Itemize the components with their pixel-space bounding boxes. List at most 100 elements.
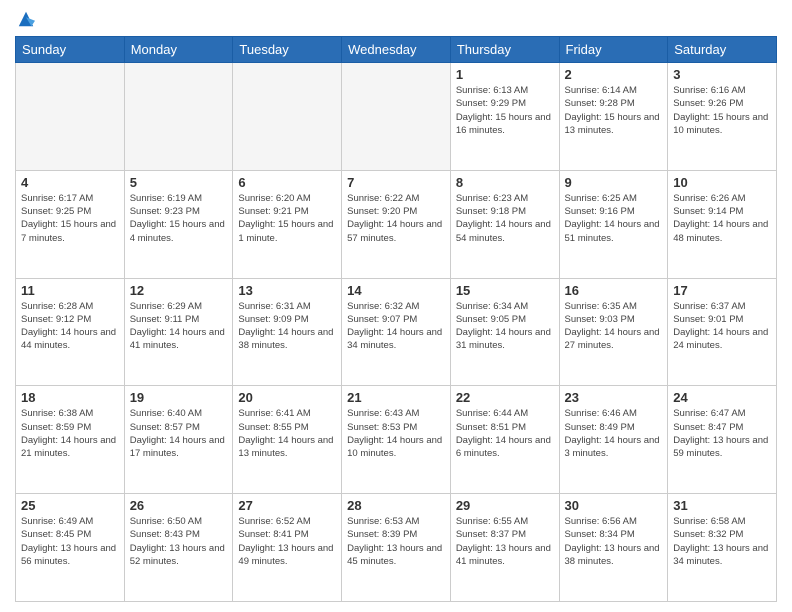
day-info: Sunrise: 6:25 AM Sunset: 9:16 PM Dayligh… xyxy=(565,192,663,245)
day-info: Sunrise: 6:23 AM Sunset: 9:18 PM Dayligh… xyxy=(456,192,554,245)
day-number: 2 xyxy=(565,67,663,82)
day-number: 13 xyxy=(238,283,336,298)
calendar-week-1: 1 Sunrise: 6:13 AM Sunset: 9:29 PM Daylig… xyxy=(16,63,777,171)
calendar-cell: 24Sunrise: 6:47 AM Sunset: 8:47 PM Dayli… xyxy=(668,386,777,494)
day-number: 21 xyxy=(347,390,445,405)
calendar-week-2: 4Sunrise: 6:17 AM Sunset: 9:25 PM Daylig… xyxy=(16,170,777,278)
calendar-cell: 1 Sunrise: 6:13 AM Sunset: 9:29 PM Daylig… xyxy=(450,63,559,171)
day-number: 22 xyxy=(456,390,554,405)
day-info: Sunrise: 6:13 AM Sunset: 9:29 PM Dayligh… xyxy=(456,84,554,137)
day-number: 1 xyxy=(456,67,554,82)
day-number: 3 xyxy=(673,67,771,82)
calendar-cell: 13 Sunrise: 6:31 AM Sunset: 9:09 PM Dayli… xyxy=(233,278,342,386)
day-info: Sunrise: 6:16 AM Sunset: 9:26 PM Dayligh… xyxy=(673,84,771,137)
day-info: Sunrise: 6:37 AM Sunset: 9:01 PM Dayligh… xyxy=(673,300,771,353)
day-number: 14 xyxy=(347,283,445,298)
day-info: Sunrise: 6:19 AM Sunset: 9:23 PM Dayligh… xyxy=(130,192,228,245)
day-number: 17 xyxy=(673,283,771,298)
calendar-cell: 18 Sunrise: 6:38 AM Sunset: 8:59 PM Dayli… xyxy=(16,386,125,494)
calendar-cell: 11 Sunrise: 6:28 AM Sunset: 9:12 PM Dayli… xyxy=(16,278,125,386)
day-number: 27 xyxy=(238,498,336,513)
day-info: Sunrise: 6:56 AM Sunset: 8:34 PM Dayligh… xyxy=(565,515,663,568)
calendar-cell: 31Sunrise: 6:58 AM Sunset: 8:32 PM Dayli… xyxy=(668,494,777,602)
day-number: 25 xyxy=(21,498,119,513)
calendar-cell: 26 Sunrise: 6:50 AM Sunset: 8:43 PM Dayli… xyxy=(124,494,233,602)
calendar-cell: 23 Sunrise: 6:46 AM Sunset: 8:49 PM Dayli… xyxy=(559,386,668,494)
day-number: 26 xyxy=(130,498,228,513)
day-number: 18 xyxy=(21,390,119,405)
calendar-cell: 4Sunrise: 6:17 AM Sunset: 9:25 PM Daylig… xyxy=(16,170,125,278)
calendar-cell: 29 Sunrise: 6:55 AM Sunset: 8:37 PM Dayli… xyxy=(450,494,559,602)
day-info: Sunrise: 6:49 AM Sunset: 8:45 PM Dayligh… xyxy=(21,515,119,568)
day-number: 23 xyxy=(565,390,663,405)
day-info: Sunrise: 6:26 AM Sunset: 9:14 PM Dayligh… xyxy=(673,192,771,245)
day-number: 16 xyxy=(565,283,663,298)
day-number: 20 xyxy=(238,390,336,405)
calendar-header-friday: Friday xyxy=(559,37,668,63)
calendar-cell: 2 Sunrise: 6:14 AM Sunset: 9:28 PM Daylig… xyxy=(559,63,668,171)
day-info: Sunrise: 6:53 AM Sunset: 8:39 PM Dayligh… xyxy=(347,515,445,568)
calendar-cell: 10 Sunrise: 6:26 AM Sunset: 9:14 PM Dayli… xyxy=(668,170,777,278)
calendar-cell: 25 Sunrise: 6:49 AM Sunset: 8:45 PM Dayli… xyxy=(16,494,125,602)
calendar-week-4: 18 Sunrise: 6:38 AM Sunset: 8:59 PM Dayli… xyxy=(16,386,777,494)
calendar-cell: 12 Sunrise: 6:29 AM Sunset: 9:11 PM Dayli… xyxy=(124,278,233,386)
day-number: 29 xyxy=(456,498,554,513)
calendar-cell: 6 Sunrise: 6:20 AM Sunset: 9:21 PM Daylig… xyxy=(233,170,342,278)
calendar-cell: 27 Sunrise: 6:52 AM Sunset: 8:41 PM Dayli… xyxy=(233,494,342,602)
day-info: Sunrise: 6:41 AM Sunset: 8:55 PM Dayligh… xyxy=(238,407,336,460)
logo-icon xyxy=(17,10,35,28)
day-info: Sunrise: 6:14 AM Sunset: 9:28 PM Dayligh… xyxy=(565,84,663,137)
day-number: 11 xyxy=(21,283,119,298)
calendar-header-row: SundayMondayTuesdayWednesdayThursdayFrid… xyxy=(16,37,777,63)
calendar-cell: 8Sunrise: 6:23 AM Sunset: 9:18 PM Daylig… xyxy=(450,170,559,278)
day-info: Sunrise: 6:20 AM Sunset: 9:21 PM Dayligh… xyxy=(238,192,336,245)
day-number: 7 xyxy=(347,175,445,190)
calendar-cell: 19 Sunrise: 6:40 AM Sunset: 8:57 PM Dayli… xyxy=(124,386,233,494)
calendar-header-tuesday: Tuesday xyxy=(233,37,342,63)
day-info: Sunrise: 6:31 AM Sunset: 9:09 PM Dayligh… xyxy=(238,300,336,353)
calendar-cell: 14Sunrise: 6:32 AM Sunset: 9:07 PM Dayli… xyxy=(342,278,451,386)
header xyxy=(15,10,777,28)
page: SundayMondayTuesdayWednesdayThursdayFrid… xyxy=(0,0,792,612)
calendar-table: SundayMondayTuesdayWednesdayThursdayFrid… xyxy=(15,36,777,602)
day-info: Sunrise: 6:50 AM Sunset: 8:43 PM Dayligh… xyxy=(130,515,228,568)
day-info: Sunrise: 6:44 AM Sunset: 8:51 PM Dayligh… xyxy=(456,407,554,460)
day-number: 9 xyxy=(565,175,663,190)
day-number: 5 xyxy=(130,175,228,190)
day-info: Sunrise: 6:40 AM Sunset: 8:57 PM Dayligh… xyxy=(130,407,228,460)
day-info: Sunrise: 6:55 AM Sunset: 8:37 PM Dayligh… xyxy=(456,515,554,568)
calendar-cell: 17 Sunrise: 6:37 AM Sunset: 9:01 PM Dayli… xyxy=(668,278,777,386)
calendar-cell: 7 Sunrise: 6:22 AM Sunset: 9:20 PM Daylig… xyxy=(342,170,451,278)
day-info: Sunrise: 6:46 AM Sunset: 8:49 PM Dayligh… xyxy=(565,407,663,460)
calendar-cell: 15 Sunrise: 6:34 AM Sunset: 9:05 PM Dayli… xyxy=(450,278,559,386)
day-info: Sunrise: 6:29 AM Sunset: 9:11 PM Dayligh… xyxy=(130,300,228,353)
calendar-week-3: 11 Sunrise: 6:28 AM Sunset: 9:12 PM Dayli… xyxy=(16,278,777,386)
logo xyxy=(15,10,35,28)
calendar-header-thursday: Thursday xyxy=(450,37,559,63)
day-info: Sunrise: 6:28 AM Sunset: 9:12 PM Dayligh… xyxy=(21,300,119,353)
calendar-header-sunday: Sunday xyxy=(16,37,125,63)
day-info: Sunrise: 6:22 AM Sunset: 9:20 PM Dayligh… xyxy=(347,192,445,245)
day-info: Sunrise: 6:52 AM Sunset: 8:41 PM Dayligh… xyxy=(238,515,336,568)
calendar-cell: 9 Sunrise: 6:25 AM Sunset: 9:16 PM Daylig… xyxy=(559,170,668,278)
day-number: 12 xyxy=(130,283,228,298)
day-info: Sunrise: 6:47 AM Sunset: 8:47 PM Dayligh… xyxy=(673,407,771,460)
day-number: 19 xyxy=(130,390,228,405)
calendar-header-wednesday: Wednesday xyxy=(342,37,451,63)
calendar-cell: 28 Sunrise: 6:53 AM Sunset: 8:39 PM Dayli… xyxy=(342,494,451,602)
day-number: 15 xyxy=(456,283,554,298)
calendar-cell xyxy=(233,63,342,171)
day-number: 28 xyxy=(347,498,445,513)
calendar-cell: 21Sunrise: 6:43 AM Sunset: 8:53 PM Dayli… xyxy=(342,386,451,494)
calendar-cell: 22 Sunrise: 6:44 AM Sunset: 8:51 PM Dayli… xyxy=(450,386,559,494)
day-info: Sunrise: 6:34 AM Sunset: 9:05 PM Dayligh… xyxy=(456,300,554,353)
calendar-week-5: 25 Sunrise: 6:49 AM Sunset: 8:45 PM Dayli… xyxy=(16,494,777,602)
day-number: 10 xyxy=(673,175,771,190)
day-number: 6 xyxy=(238,175,336,190)
day-number: 30 xyxy=(565,498,663,513)
calendar-cell: 30 Sunrise: 6:56 AM Sunset: 8:34 PM Dayli… xyxy=(559,494,668,602)
day-info: Sunrise: 6:38 AM Sunset: 8:59 PM Dayligh… xyxy=(21,407,119,460)
calendar-cell: 5 Sunrise: 6:19 AM Sunset: 9:23 PM Daylig… xyxy=(124,170,233,278)
day-info: Sunrise: 6:58 AM Sunset: 8:32 PM Dayligh… xyxy=(673,515,771,568)
calendar-cell: 20 Sunrise: 6:41 AM Sunset: 8:55 PM Dayli… xyxy=(233,386,342,494)
